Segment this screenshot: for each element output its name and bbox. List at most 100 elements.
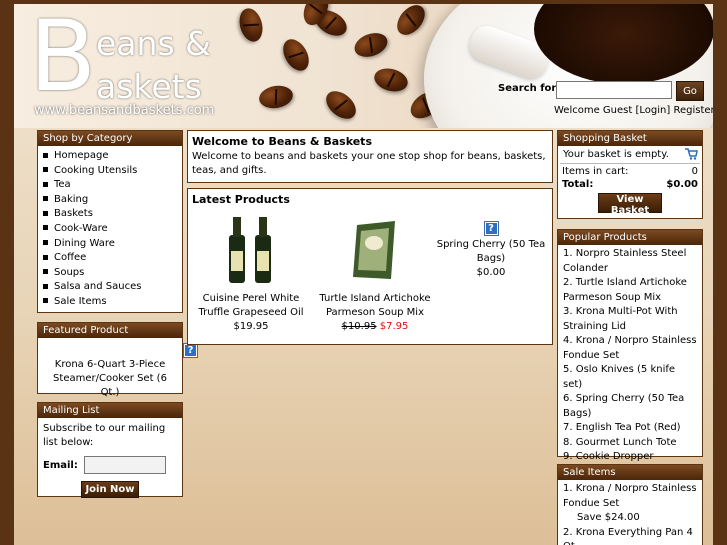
page: B eans & askets www.beansandbaskets.com …	[14, 4, 713, 545]
popular-product-link[interactable]: 7. English Tea Pot (Red)	[563, 422, 681, 433]
product-card[interactable]: ? Spring Cherry (50 Tea Bags) $0.00	[436, 221, 546, 280]
coffee-bean-decoration	[235, 5, 267, 45]
coffee-bean-decoration	[391, 4, 431, 41]
logo-text-line2[interactable]: askets	[96, 67, 202, 106]
category-item[interactable]: Homepage	[43, 149, 177, 164]
coffee-bean-decoration	[371, 64, 411, 96]
sale-item[interactable]: 2. Krona Everything Pan 4 Qt.Save $11.00	[563, 526, 697, 545]
coffee-bean-decoration	[257, 83, 295, 111]
sale-item-link[interactable]: 2. Krona Everything Pan 4 Qt.	[563, 527, 693, 545]
popular-product-item[interactable]: 7. English Tea Pot (Red)	[563, 421, 697, 436]
category-link[interactable]: Salsa and Sauces	[54, 281, 141, 292]
items-in-cart-label: Items in cart:	[562, 166, 629, 177]
basket-box-title: Shopping Basket	[558, 131, 702, 146]
mailing-box-title: Mailing List	[38, 403, 182, 418]
popular-product-link[interactable]: 3. Krona Multi-Pot With Straining Lid	[563, 306, 678, 332]
welcome-body: Welcome to beans and baskets your one st…	[192, 151, 546, 176]
welcome-guest-text: Welcome Guest	[554, 105, 633, 116]
popular-product-item[interactable]: 6. Spring Cherry (50 Tea Bags)	[563, 392, 697, 421]
category-item[interactable]: Sale Items	[43, 295, 177, 310]
product-image-oil-bottles[interactable]	[221, 215, 281, 285]
category-link[interactable]: Dining Ware	[54, 238, 115, 249]
latest-products-title: Latest Products	[192, 193, 290, 206]
question-icon: ?	[183, 343, 198, 358]
category-list: Homepage Cooking Utensils Tea Baking Baskets…	[38, 146, 182, 313]
email-field[interactable]	[84, 456, 167, 474]
welcome-box: Welcome to Beans & Baskets Welcome to be…	[187, 130, 553, 183]
category-link[interactable]: Baking	[54, 194, 88, 205]
coffee-bean-decoration	[277, 34, 315, 76]
sale-item-savings: Save $24.00	[577, 512, 640, 523]
search-input[interactable]	[556, 81, 672, 99]
view-basket-button[interactable]: View Basket	[598, 193, 662, 216]
featured-box-title: Featured Product	[38, 323, 182, 338]
category-item[interactable]: Salsa and Sauces	[43, 280, 177, 295]
mailing-list-box: Mailing List Subscribe to our mailing li…	[37, 402, 183, 498]
product-card[interactable]: Turtle Island Artichoke Parmeson Soup Mi…	[315, 215, 435, 334]
popular-product-link[interactable]: 6. Spring Cherry (50 Tea Bags)	[563, 393, 684, 419]
popular-product-item[interactable]: 2. Turtle Island Artichoke Parmeson Soup…	[563, 276, 697, 305]
join-now-button[interactable]: Join Now	[81, 481, 139, 498]
product-price: $0.00	[476, 267, 506, 278]
category-item[interactable]: Coffee	[43, 251, 177, 266]
popular-product-item[interactable]: 8. Gourmet Lunch Tote	[563, 436, 697, 451]
cart-icon[interactable]	[685, 148, 698, 160]
popular-product-link[interactable]: 9. Cookie Dropper	[563, 451, 654, 462]
category-link[interactable]: Homepage	[54, 150, 109, 161]
sale-item-link[interactable]: 1. Krona / Norpro Stainless Fondue Set	[563, 483, 697, 509]
logo-text-line1[interactable]: eans &	[96, 24, 211, 63]
mailing-text: Subscribe to our mailing list below:	[43, 423, 166, 448]
popular-products-box: Popular Products 1. Norpro Stainless Ste…	[557, 229, 703, 477]
category-link[interactable]: Sale Items	[54, 296, 107, 307]
popular-product-link[interactable]: 1. Norpro Stainless Steel Colander	[563, 248, 686, 274]
category-link[interactable]: Tea	[54, 179, 71, 190]
product-card[interactable]: Cuisine Perel White Truffle Grapeseed Oi…	[190, 215, 312, 334]
latest-products-box: Latest Products Cuisine Perel White Truf…	[187, 188, 553, 345]
category-item[interactable]: Soups	[43, 266, 177, 281]
coffee-bean-decoration	[351, 28, 391, 62]
popular-product-link[interactable]: 8. Gourmet Lunch Tote	[563, 437, 677, 448]
category-item[interactable]: Tea	[43, 178, 177, 193]
logo-url: www.beansandbaskets.com	[34, 103, 215, 118]
popular-product-link[interactable]: 5. Oslo Knives (5 knife set)	[563, 364, 675, 390]
product-name-link[interactable]: Spring Cherry (50 Tea Bags)	[437, 239, 546, 264]
category-box: Shop by Category Homepage Cooking Utensil…	[37, 130, 183, 313]
total-label: Total:	[562, 179, 594, 190]
product-name-link[interactable]: Turtle Island Artichoke Parmeson Soup Mi…	[319, 293, 430, 318]
product-image-soup-mix[interactable]	[345, 215, 405, 285]
category-link[interactable]: Cooking Utensils	[54, 165, 137, 176]
sale-item[interactable]: 1. Krona / Norpro Stainless Fondue Set Sa…	[563, 482, 697, 526]
category-link[interactable]: Coffee	[54, 252, 86, 263]
popular-product-item[interactable]: 4. Krona / Norpro Stainless Fondue Set	[563, 334, 697, 363]
popular-product-item[interactable]: 1. Norpro Stainless Steel Colander	[563, 247, 697, 276]
register-link[interactable]: Register	[673, 105, 713, 116]
login-link[interactable]: [Login]	[635, 105, 670, 116]
category-link[interactable]: Cook-Ware	[54, 223, 108, 234]
popular-box-title: Popular Products	[558, 230, 702, 245]
featured-product-link[interactable]: Krona 6-Quart 3-Piece Steamer/Cooker Set…	[53, 359, 167, 398]
shopping-basket-box: Shopping Basket Your basket is empty. It…	[557, 130, 703, 219]
category-link[interactable]: Soups	[54, 267, 84, 278]
question-icon[interactable]: ?	[483, 221, 499, 236]
popular-product-link[interactable]: 4. Krona / Norpro Stainless Fondue Set	[563, 335, 697, 361]
category-item[interactable]: Cook-Ware	[43, 222, 177, 237]
popular-product-item[interactable]: 3. Krona Multi-Pot With Straining Lid	[563, 305, 697, 334]
popular-product-link[interactable]: 2. Turtle Island Artichoke Parmeson Soup…	[563, 277, 687, 303]
category-item[interactable]: Baskets	[43, 207, 177, 222]
category-link[interactable]: Baskets	[54, 208, 93, 219]
category-item[interactable]: Dining Ware	[43, 237, 177, 252]
search-go-button[interactable]: Go	[676, 81, 704, 101]
logo-letter[interactable]: B	[29, 8, 96, 106]
category-item[interactable]: Baking	[43, 193, 177, 208]
product-name-link[interactable]: Cuisine Perel White Truffle Grapeseed Oi…	[198, 293, 303, 318]
header: B eans & askets www.beansandbaskets.com …	[14, 4, 713, 128]
items-in-cart-value: 0	[691, 166, 698, 177]
popular-products-list: 1. Norpro Stainless Steel Colander 2. Tur…	[558, 245, 702, 481]
welcome-title: Welcome to Beans & Baskets	[192, 135, 372, 148]
category-item[interactable]: Cooking Utensils	[43, 164, 177, 179]
popular-product-item[interactable]: 5. Oslo Knives (5 knife set)	[563, 363, 697, 392]
featured-product-box: Featured Product Krona 6-Quart 3-Piece S…	[37, 322, 198, 398]
total-value: $0.00	[666, 179, 698, 190]
popular-product-item[interactable]: 9. Cookie Dropper	[563, 450, 697, 465]
email-label: Email:	[43, 460, 78, 471]
